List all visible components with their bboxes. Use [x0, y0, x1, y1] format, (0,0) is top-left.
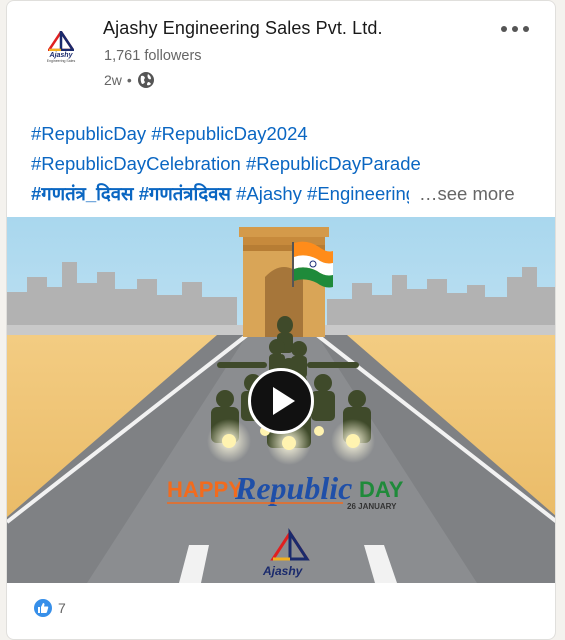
hashtag-link[interactable]: #RepublicDayParade: [246, 153, 421, 174]
banner-date: 26 JANUARY: [347, 502, 397, 511]
thumbs-up-icon: [38, 603, 49, 613]
follower-count: 1,761 followers: [104, 48, 202, 64]
like-icon: [33, 598, 53, 618]
hashtag-link[interactable]: #RepublicDay2024: [151, 123, 307, 144]
social-counts[interactable]: 7: [33, 598, 66, 618]
hashtag-line-1: #RepublicDay #RepublicDay2024: [31, 119, 541, 149]
company-name-link[interactable]: Ajashy Engineering Sales Pvt. Ltd.: [103, 18, 383, 39]
logo-triangle-icon: [48, 31, 74, 51]
play-icon[interactable]: [248, 368, 314, 434]
logo-wordmark: Ajashy: [49, 52, 73, 59]
post-card: Ajashy Engineering Sales Ajashy Engineer…: [6, 0, 556, 640]
play-triangle: [273, 387, 295, 415]
banner-day: DAY: [359, 477, 404, 502]
banner-happy: HAPPY: [167, 477, 243, 502]
more-horizontal-icon[interactable]: [499, 21, 531, 37]
hashtag-line-3: #गणतंत्र_दिवस #गणतंत्रदिवस #Ajashy #Engi…: [31, 179, 541, 209]
hashtag-link[interactable]: #Ajashy: [236, 183, 302, 204]
post-header: Ajashy Engineering Sales Ajashy Engineer…: [7, 1, 555, 111]
time-ago: 2w: [104, 72, 122, 88]
hashtag-link[interactable]: #RepublicDayCelebration: [31, 153, 241, 174]
post-timestamp: 2w •: [104, 71, 155, 89]
logo-subtitle: Engineering Sales: [46, 59, 76, 63]
hashtag-link[interactable]: #गणतंत्रदिवस: [139, 183, 231, 204]
reaction-count: 7: [58, 600, 66, 616]
hashtag-link[interactable]: #गणतंत्र_दिवस: [31, 183, 134, 204]
hashtag-link[interactable]: #Engineering: [307, 183, 409, 204]
menu-dot: [501, 26, 507, 32]
see-more-button[interactable]: …see more: [419, 179, 515, 209]
post-commentary: #RepublicDay #RepublicDay2024 #RepublicD…: [31, 119, 541, 209]
video-player[interactable]: HAPPY Republic DAY 26 JANUARY Ajashy: [7, 217, 555, 583]
menu-dot: [512, 26, 518, 32]
banner-republic: Republic: [234, 470, 352, 506]
company-logo[interactable]: Ajashy Engineering Sales: [37, 23, 85, 71]
hashtag-link[interactable]: #RepublicDay: [31, 123, 146, 144]
hashtag-line-2: #RepublicDayCelebration #RepublicDayPara…: [31, 149, 541, 179]
menu-dot: [523, 26, 529, 32]
globe-icon: [137, 72, 154, 88]
hashtag-clip: #गणतंत्र_दिवस #गणतंत्रदिवस #Ajashy #Engi…: [31, 179, 409, 209]
dot-separator: •: [126, 72, 132, 88]
watermark-text: Ajashy: [262, 564, 304, 578]
